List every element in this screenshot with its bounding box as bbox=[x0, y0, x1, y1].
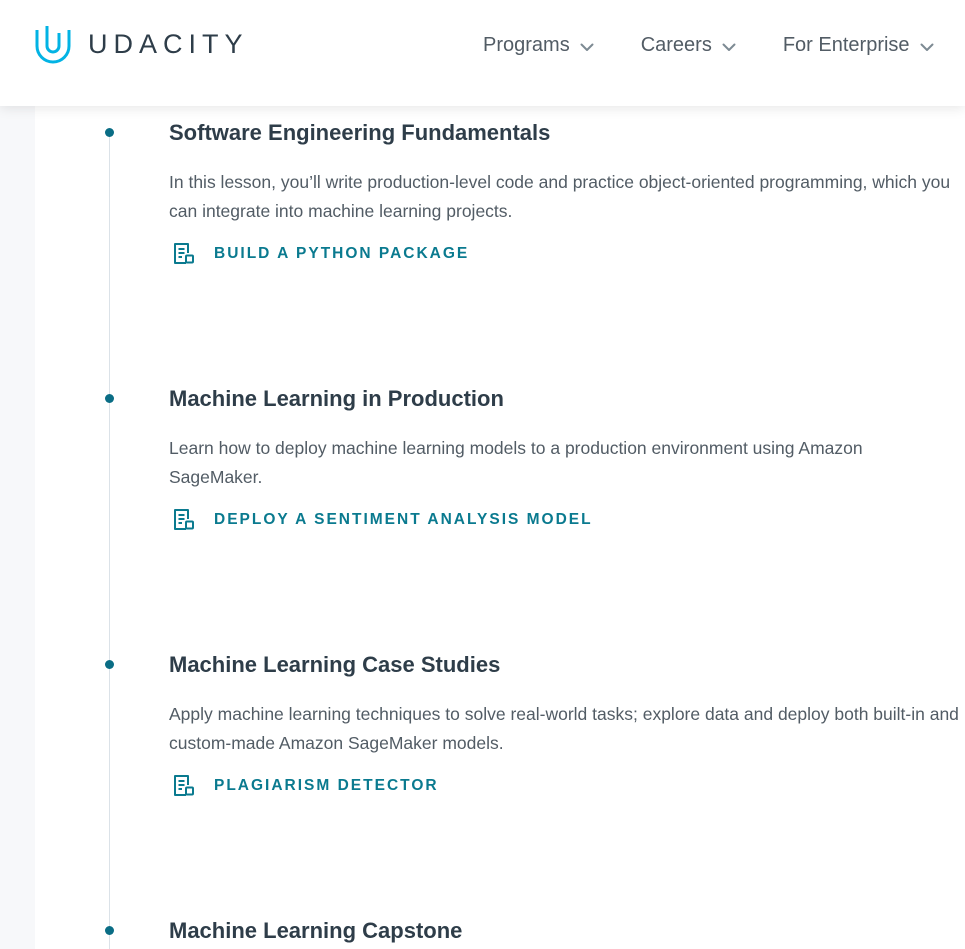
udacity-logo-icon bbox=[35, 26, 71, 64]
timeline-dot bbox=[105, 660, 114, 669]
nav-item-label: For Enterprise bbox=[782, 34, 910, 56]
chevron-down-icon bbox=[920, 43, 934, 51]
project-document-icon bbox=[174, 509, 194, 530]
chevron-down-icon bbox=[580, 43, 594, 51]
project-document-icon bbox=[174, 243, 194, 264]
project-link[interactable]: DEPLOY A SENTIMENT ANALYSIS MODEL bbox=[171, 508, 593, 532]
timeline-line bbox=[109, 132, 110, 949]
timeline-dot bbox=[105, 926, 114, 935]
nav-item-label: Careers bbox=[640, 34, 712, 56]
lesson-description: Learn how to deploy machine learning mod… bbox=[169, 438, 863, 487]
nav-item-label: Programs bbox=[483, 34, 570, 56]
site-header: UDACITY Programs Careers For Enterprise bbox=[0, 0, 965, 106]
lesson-description: In this lesson, you’ll write production-… bbox=[169, 172, 951, 221]
lesson-title: Machine Learning Capstone bbox=[169, 918, 463, 943]
main-nav: Programs Careers For Enterprise bbox=[483, 34, 934, 57]
project-label: PLAGIARISM DETECTOR bbox=[214, 777, 439, 794]
udacity-logo[interactable]: UDACITY bbox=[34, 24, 249, 64]
project-link[interactable]: PLAGIARISM DETECTOR bbox=[171, 774, 439, 798]
project-label: BUILD A PYTHON PACKAGE bbox=[214, 245, 470, 262]
project-document-icon bbox=[174, 775, 194, 796]
project-link[interactable]: BUILD A PYTHON PACKAGE bbox=[171, 242, 469, 266]
logo-text: UDACITY bbox=[88, 28, 249, 59]
chevron-down-icon bbox=[722, 43, 736, 51]
lesson-title: Machine Learning in Production bbox=[169, 386, 504, 411]
nav-item-careers[interactable]: Careers bbox=[641, 34, 736, 57]
project-label: DEPLOY A SENTIMENT ANALYSIS MODEL bbox=[214, 511, 593, 528]
timeline-dot bbox=[105, 128, 114, 137]
syllabus-card: Software Engineering Fundamentals In thi… bbox=[35, 106, 965, 949]
lesson-title: Machine Learning Case Studies bbox=[169, 652, 501, 677]
timeline-dot bbox=[105, 394, 114, 403]
page: UDACITY Programs Careers For Enterprise bbox=[0, 0, 965, 949]
nav-item-for-enterprise[interactable]: For Enterprise bbox=[783, 34, 934, 57]
nav-item-programs[interactable]: Programs bbox=[483, 34, 594, 57]
lesson-title: Software Engineering Fundamentals bbox=[169, 120, 551, 145]
lesson-description: Apply machine learning techniques to sol… bbox=[169, 704, 959, 753]
